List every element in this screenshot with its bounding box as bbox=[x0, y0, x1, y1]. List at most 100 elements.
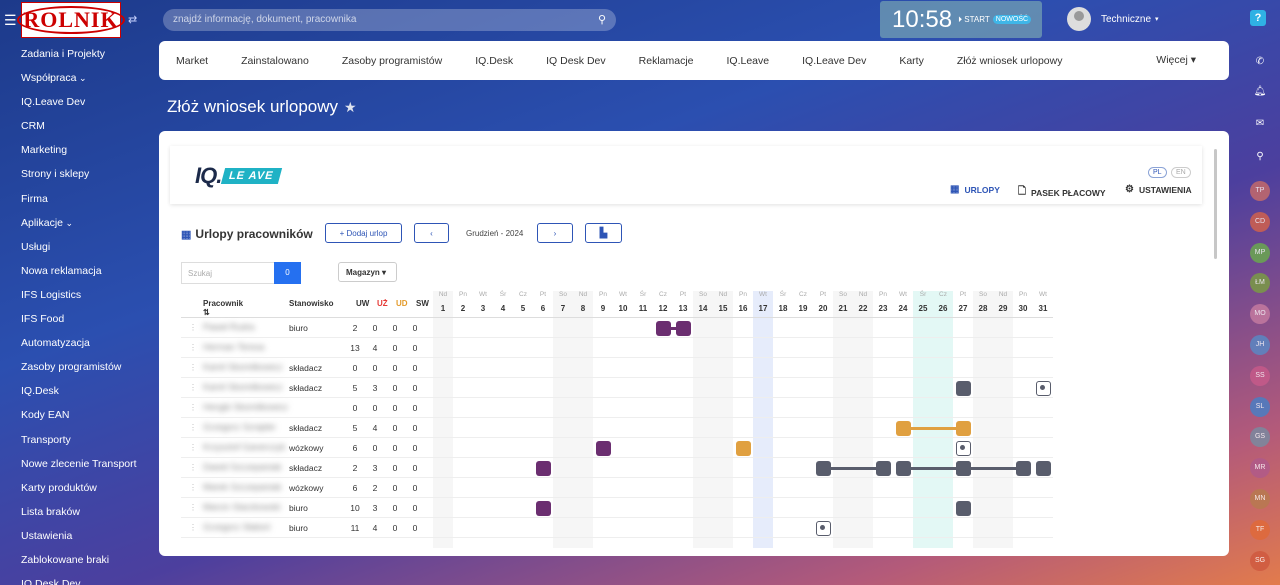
nav-urlopy[interactable]: ▦ URLOPY bbox=[950, 184, 1000, 195]
employee-name[interactable]: Marcin Starzkowski bbox=[203, 502, 281, 513]
sidebar-item[interactable]: IQ.Desk bbox=[0, 379, 150, 403]
swap-icon[interactable]: ⇄ bbox=[128, 13, 137, 26]
sidebar-item[interactable]: Współpraca ⌄ bbox=[0, 66, 150, 90]
drag-handle-icon[interactable]: ⋮ bbox=[189, 363, 197, 372]
contact-avatar[interactable]: ŁM bbox=[1250, 273, 1270, 294]
contact-avatar[interactable]: CD bbox=[1250, 211, 1270, 232]
employee-name[interactable]: Herman Teresa bbox=[203, 342, 264, 353]
contact-avatar[interactable]: GS bbox=[1250, 427, 1270, 448]
sidebar-item[interactable]: Marketing bbox=[0, 138, 150, 162]
menu-item[interactable]: Zasoby programistów bbox=[342, 55, 442, 67]
menu-item[interactable]: Złóż wniosek urlopowy bbox=[957, 55, 1063, 67]
employee-name[interactable]: Dawid Szczepaniak bbox=[203, 462, 282, 473]
sidebar-item[interactable]: Usługi bbox=[0, 235, 150, 259]
star-icon[interactable]: ★ bbox=[344, 99, 357, 115]
search-icon[interactable]: ⚲ bbox=[1250, 147, 1270, 167]
menu-item[interactable]: IQ.Leave Dev bbox=[802, 55, 866, 67]
more-menu[interactable]: Więcej ▾ bbox=[1156, 54, 1196, 66]
company-logo[interactable]: ROLNIK bbox=[17, 2, 125, 38]
bell-icon[interactable]: 🔔︎ bbox=[1250, 82, 1270, 102]
scrollbar[interactable] bbox=[1214, 149, 1217, 259]
contact-avatar[interactable]: MR bbox=[1250, 458, 1270, 479]
leave-marker[interactable] bbox=[1035, 460, 1051, 476]
add-leave-button[interactable]: + Dodaj urlop bbox=[325, 223, 402, 243]
employee-name[interactable]: Grzegorz Słaboń bbox=[203, 522, 271, 533]
table-row[interactable]: ⋮ Kamil Skomitkowicz składacz 0 0 0 0 bbox=[181, 358, 1053, 378]
prev-month-button[interactable]: ‹ bbox=[414, 223, 449, 243]
messages-icon[interactable]: ✉ bbox=[1250, 114, 1270, 134]
drag-handle-icon[interactable]: ⋮ bbox=[189, 523, 197, 532]
leave-marker[interactable] bbox=[535, 500, 551, 516]
sidebar-item[interactable]: IQ.Desk Dev bbox=[0, 572, 150, 585]
employee-search-input[interactable]: Szukaj bbox=[181, 262, 275, 284]
menu-item[interactable]: IQ.Desk bbox=[475, 55, 513, 67]
department-filter[interactable]: Magazyn ▾ bbox=[338, 262, 397, 282]
employee-name[interactable]: Krzysztof Ganerczyk bbox=[203, 442, 286, 453]
lang-pl-button[interactable]: PL bbox=[1148, 167, 1167, 178]
leave-marker[interactable] bbox=[955, 500, 971, 516]
sidebar-item[interactable]: Strony i sklepy bbox=[0, 162, 150, 186]
menu-item[interactable]: Reklamacje bbox=[639, 55, 694, 67]
nav-ustawienia[interactable]: ⚙ USTAWIENIA bbox=[1125, 184, 1192, 195]
contact-avatar[interactable]: SG bbox=[1250, 550, 1270, 571]
contact-avatar[interactable]: SS bbox=[1250, 365, 1270, 386]
contact-avatar[interactable]: TF bbox=[1250, 519, 1270, 540]
leave-marker[interactable] bbox=[535, 460, 551, 476]
menu-item[interactable]: IQ.Leave bbox=[727, 55, 770, 67]
table-row[interactable]: ⋮ Marek Szczepaniak wózkowy 6 2 0 0 bbox=[181, 478, 1053, 498]
sidebar-item[interactable]: Nowe zlecenie Transport bbox=[0, 452, 150, 476]
contact-avatar[interactable]: TP bbox=[1250, 181, 1270, 201]
sidebar-item[interactable]: Zasoby programistów bbox=[0, 355, 150, 379]
sidebar-item[interactable]: IFS Logistics bbox=[0, 283, 150, 307]
contact-avatar[interactable]: MO bbox=[1250, 304, 1270, 325]
hamburger-icon[interactable]: ☰ bbox=[4, 12, 17, 29]
sidebar-item[interactable]: Zadania i Projekty bbox=[0, 42, 150, 66]
search-icon[interactable]: ⚲ bbox=[598, 13, 606, 26]
sidebar-item[interactable]: Kody EAN bbox=[0, 403, 150, 427]
leave-marker[interactable] bbox=[875, 460, 891, 476]
menu-item[interactable]: Karty bbox=[899, 55, 924, 67]
employee-name[interactable]: Kamil Skomitkowicz bbox=[203, 382, 283, 393]
next-month-button[interactable]: › bbox=[537, 223, 573, 243]
contact-avatar[interactable]: MN bbox=[1250, 489, 1270, 509]
drag-handle-icon[interactable]: ⋮ bbox=[189, 383, 197, 392]
global-search-input[interactable]: znajdź informację, dokument, pracownika … bbox=[163, 9, 616, 31]
drag-handle-icon[interactable]: ⋮ bbox=[189, 403, 197, 412]
leave-marker[interactable] bbox=[1035, 380, 1051, 396]
start-button[interactable]: ⏵ START bbox=[958, 15, 990, 25]
sidebar-item[interactable]: Karty produktów bbox=[0, 476, 150, 500]
table-row[interactable]: ⋮ Grzegorz Słaboń biuro 11 4 0 0 bbox=[181, 518, 1053, 538]
search-count-button[interactable]: 0 bbox=[274, 262, 301, 284]
employee-name[interactable]: Marek Szczepaniak bbox=[203, 482, 282, 493]
drag-handle-icon[interactable]: ⋮ bbox=[189, 423, 197, 432]
user-menu[interactable]: Techniczne ▾ bbox=[1067, 7, 1159, 31]
table-row[interactable]: ⋮ Paweł Rudra biuro 2 0 0 0 bbox=[181, 318, 1053, 338]
employee-name[interactable]: Hengki Skomitkowicz bbox=[203, 402, 288, 413]
sidebar-item[interactable]: Ustawienia bbox=[0, 524, 150, 548]
leave-marker[interactable] bbox=[595, 440, 611, 456]
drag-handle-icon[interactable]: ⋮ bbox=[189, 463, 197, 472]
sidebar-item[interactable]: CRM bbox=[0, 114, 150, 138]
sidebar-item[interactable]: Lista braków bbox=[0, 500, 150, 524]
sidebar-item[interactable]: Firma bbox=[0, 187, 150, 211]
drag-handle-icon[interactable]: ⋮ bbox=[189, 323, 197, 332]
employee-name[interactable]: Kamil Skomitkowicz bbox=[203, 362, 283, 373]
nav-pasek-placowy[interactable]: 🗋︎ PASEK PŁACOWY bbox=[1018, 184, 1106, 201]
menu-item[interactable]: Market bbox=[176, 55, 208, 67]
menu-item[interactable]: IQ Desk Dev bbox=[546, 55, 606, 67]
leave-marker[interactable] bbox=[955, 460, 971, 476]
drag-handle-icon[interactable]: ⋮ bbox=[189, 443, 197, 452]
work-clock[interactable]: 10:58 ⏵ START NOWOŚĆ bbox=[880, 1, 1042, 38]
leave-marker[interactable] bbox=[1015, 460, 1031, 476]
col-header-employee[interactable]: Pracownik ⇅ bbox=[203, 299, 243, 317]
sidebar-item[interactable]: IQ.Leave Dev bbox=[0, 90, 150, 114]
menu-item[interactable]: Zainstalowano bbox=[241, 55, 309, 67]
contact-avatar[interactable]: MP bbox=[1250, 242, 1270, 263]
employee-name[interactable]: Grzegorz Szrajder bbox=[203, 422, 276, 433]
leave-marker[interactable] bbox=[675, 320, 691, 336]
drag-handle-icon[interactable]: ⋮ bbox=[189, 503, 197, 512]
employee-name[interactable]: Paweł Rudra bbox=[203, 322, 255, 333]
table-row[interactable]: ⋮ Kamil Skomitkowicz składacz 5 3 0 0 bbox=[181, 378, 1053, 398]
contact-avatar[interactable]: SL bbox=[1250, 396, 1270, 417]
sidebar-item[interactable]: Aplikacje ⌄ bbox=[0, 211, 150, 235]
